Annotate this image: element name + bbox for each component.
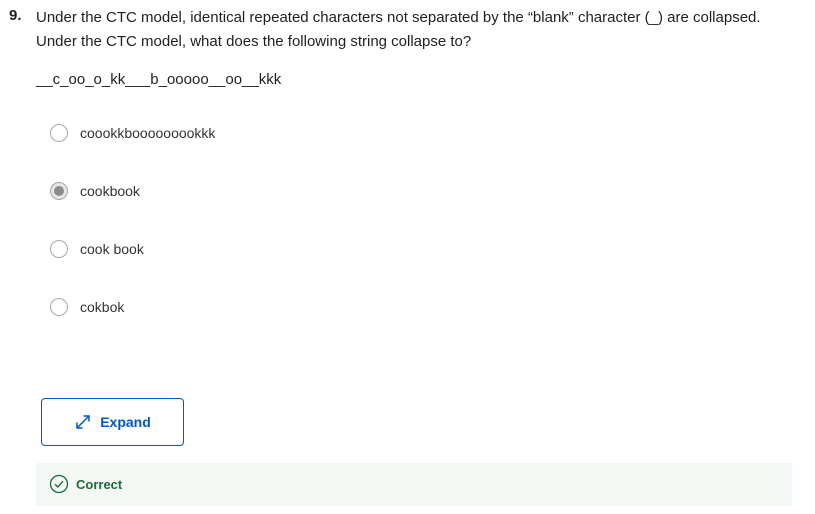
expand-arrows-icon bbox=[74, 413, 92, 431]
check-circle-icon bbox=[49, 474, 69, 494]
feedback-label: Correct bbox=[76, 477, 123, 492]
radio-button-4[interactable] bbox=[50, 298, 68, 316]
question-text: Under the CTC model, identical repeated … bbox=[36, 6, 796, 54]
question-line-2: Under the CTC model, what does the follo… bbox=[36, 33, 472, 50]
option-label-1: coookkbooooooookkk bbox=[80, 125, 216, 141]
option-label-2: cookbook bbox=[80, 183, 140, 199]
option-label-3: cook book bbox=[80, 241, 144, 257]
option-3[interactable]: cook book bbox=[50, 238, 144, 260]
option-1[interactable]: coookkbooooooookkk bbox=[50, 122, 215, 144]
radio-button-1[interactable] bbox=[50, 124, 68, 142]
expand-label: Expand bbox=[100, 414, 151, 430]
ctc-string: __c_oo_o_kk___b_ooooo__oo__kkk bbox=[36, 71, 282, 88]
option-4[interactable]: cokbok bbox=[50, 296, 124, 318]
feedback-banner: Correct bbox=[36, 463, 792, 506]
option-2[interactable]: cookbook bbox=[50, 180, 140, 202]
radio-button-3[interactable] bbox=[50, 240, 68, 258]
question-number: 9. bbox=[9, 7, 22, 24]
radio-button-2[interactable] bbox=[50, 182, 68, 200]
option-label-4: cokbok bbox=[80, 299, 125, 315]
question-line-1: Under the CTC model, identical repeated … bbox=[36, 9, 761, 26]
expand-button[interactable]: Expand bbox=[41, 398, 184, 446]
